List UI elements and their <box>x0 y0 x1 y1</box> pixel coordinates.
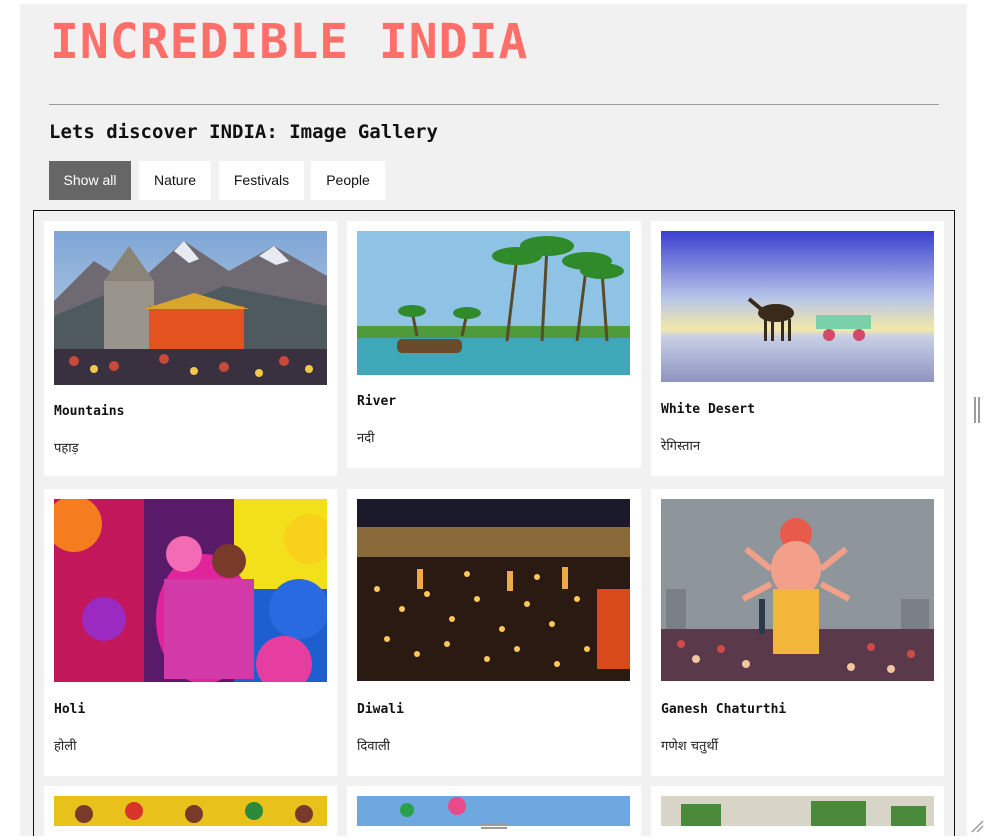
card-title: River <box>357 394 397 409</box>
filter-nature-button[interactable]: Nature <box>139 161 211 200</box>
card-description: होली <box>54 739 77 754</box>
partial-photo <box>357 796 630 826</box>
gallery-subtitle: Lets discover INDIA: Image Gallery <box>49 121 438 143</box>
card-title: Ganesh Chaturthi <box>661 702 787 717</box>
temple-mountain-photo[interactable] <box>54 231 327 385</box>
partial-photo <box>661 796 934 826</box>
card-title: Holi <box>54 702 86 717</box>
site-title: INCREDIBLE INDIA <box>50 14 529 70</box>
camel-desert-photo[interactable] <box>661 231 934 382</box>
card-title: White Desert <box>661 402 755 417</box>
backwater-palm-photo[interactable] <box>357 231 630 375</box>
gallery-card-mountains[interactable]: Mountains पहाड़ <box>44 221 337 476</box>
gallery-card-partial[interactable] <box>44 786 337 836</box>
gallery-card-partial[interactable] <box>651 786 944 836</box>
partial-photo <box>54 796 327 826</box>
gallery-card-white-desert[interactable]: White Desert रेगिस्तान <box>651 221 944 476</box>
gallery-card-river[interactable]: River नदी <box>347 221 641 468</box>
gallery-card-holi[interactable]: Holi होली <box>44 489 337 776</box>
page: INCREDIBLE INDIA Lets discover INDIA: Im… <box>20 4 967 836</box>
divider <box>49 104 939 105</box>
card-description: गणेश चतुर्थी <box>661 739 719 754</box>
filter-show-all-button[interactable]: Show all <box>49 161 131 200</box>
card-description: नदी <box>357 431 375 446</box>
filter-festivals-button[interactable]: Festivals <box>219 161 304 200</box>
card-description: रेगिस्तान <box>661 439 701 454</box>
resize-grip-icon[interactable] <box>970 818 984 833</box>
image-gallery: Mountains पहाड़ River नदी White Desert र… <box>33 210 955 836</box>
card-title: Mountains <box>54 404 125 419</box>
gallery-card-diwali[interactable]: Diwali दिवाली <box>347 489 641 776</box>
card-description: पहाड़ <box>54 441 79 456</box>
filter-people-button[interactable]: People <box>311 161 385 200</box>
card-description: दिवाली <box>357 739 391 754</box>
ganesh-idol-photo[interactable] <box>661 499 934 681</box>
horizontal-resize-handle[interactable] <box>481 823 507 829</box>
vertical-resize-handle[interactable] <box>974 397 980 423</box>
card-title: Diwali <box>357 702 404 717</box>
diwali-lamps-photo[interactable] <box>357 499 630 681</box>
gallery-card-ganesh-chaturthi[interactable]: Ganesh Chaturthi गणेश चतुर्थी <box>651 489 944 776</box>
holi-colors-photo[interactable] <box>54 499 327 682</box>
